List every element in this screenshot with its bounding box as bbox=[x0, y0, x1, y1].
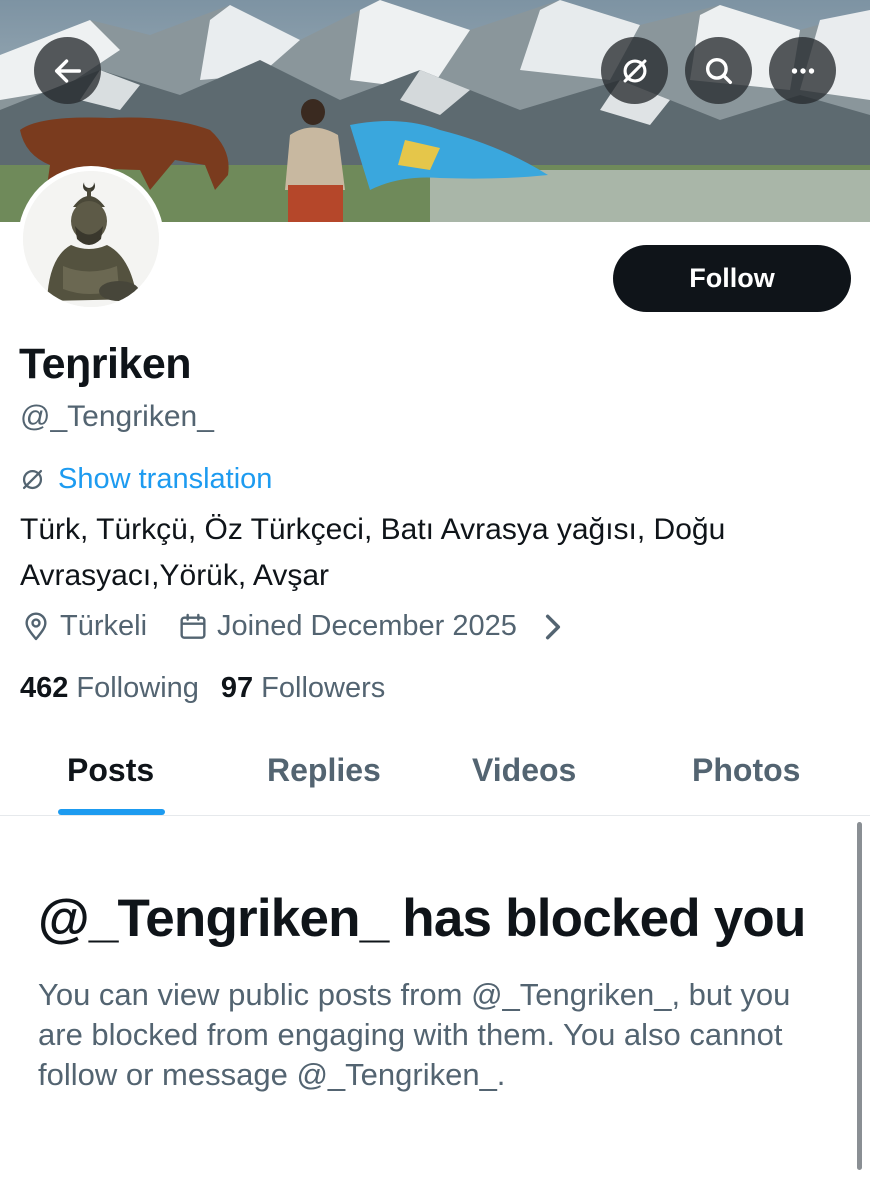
joined-text: Joined December 2025 bbox=[217, 610, 517, 642]
location-item: Türkeli bbox=[20, 610, 147, 643]
display-name: Teŋriken bbox=[19, 340, 192, 388]
tab-videos[interactable]: Videos bbox=[472, 752, 576, 789]
following-label[interactable]: Following bbox=[76, 672, 199, 705]
search-button[interactable] bbox=[685, 37, 752, 104]
location-pin-icon bbox=[25, 611, 47, 640]
profile-stats: 462 Following 97 Followers bbox=[20, 672, 385, 705]
tab-replies[interactable]: Replies bbox=[267, 752, 381, 789]
search-icon bbox=[705, 57, 732, 84]
joined-item[interactable]: Joined December 2025 bbox=[177, 610, 569, 643]
show-translation-row[interactable]: Show translation bbox=[19, 463, 272, 496]
back-arrow-icon bbox=[54, 58, 81, 83]
scrollbar[interactable] bbox=[857, 822, 862, 1170]
location-text: Türkeli bbox=[60, 610, 148, 642]
avatar[interactable] bbox=[18, 166, 164, 312]
follow-button[interactable]: Follow bbox=[613, 245, 851, 312]
blocked-title: @_Tengriken_ has blocked you bbox=[38, 889, 806, 948]
show-translation-link[interactable]: Show translation bbox=[58, 463, 272, 496]
translate-icon bbox=[22, 469, 43, 490]
translate-icon bbox=[623, 59, 646, 82]
followers-label[interactable]: Followers bbox=[261, 672, 385, 705]
back-button[interactable] bbox=[34, 37, 101, 104]
translate-button[interactable] bbox=[601, 37, 668, 104]
profile-bio: Türk, Türkçü, Öz Türkçeci, Batı Avrasya … bbox=[20, 513, 726, 592]
calendar-icon bbox=[180, 613, 206, 639]
more-icon bbox=[791, 67, 814, 74]
active-tab-indicator bbox=[58, 809, 165, 815]
tab-photos[interactable]: Photos bbox=[692, 752, 800, 789]
profile-tabs: Posts Replies Videos Photos bbox=[0, 730, 870, 816]
followers-count[interactable]: 97 bbox=[221, 672, 253, 705]
profile-meta: Türkeli Joined December 2025 bbox=[20, 610, 569, 643]
chevron-right-icon bbox=[545, 614, 560, 639]
tab-posts[interactable]: Posts bbox=[67, 752, 154, 789]
more-button[interactable] bbox=[769, 37, 836, 104]
following-count[interactable]: 462 bbox=[20, 672, 68, 705]
profile-handle: @_Tengriken_ bbox=[20, 400, 214, 433]
blocked-message: You can view public posts from @_Tengrik… bbox=[38, 977, 791, 1092]
avatar-statue-image bbox=[23, 171, 159, 307]
